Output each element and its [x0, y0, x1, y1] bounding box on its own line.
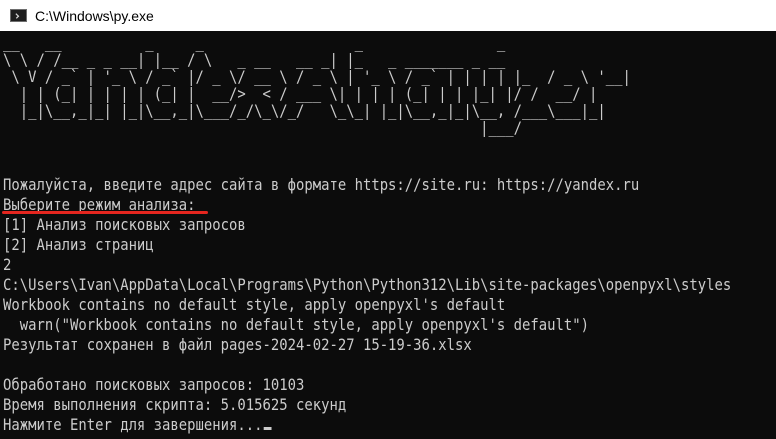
option-search-queries: [1] Анализ поисковых запросов — [3, 215, 246, 234]
console-output-area[interactable]: __ __ _ _ _ _ \ \ / /__ _ _ __| |__ / \ … — [0, 31, 776, 439]
user-choice-line: 2 — [3, 255, 12, 274]
execution-time-line: Время выполнения скрипта: 5.015625 секун… — [3, 395, 347, 414]
warning-path-line: C:\Users\Ivan\AppData\Local\Programs\Pyt… — [3, 275, 732, 294]
banner-line: |___/ — [3, 118, 640, 137]
result-saved-line: Результат сохранен в файл pages-2024-02-… — [3, 335, 472, 354]
press-enter-text: Нажмите Enter для завершения... — [3, 415, 263, 434]
url-prompt-line: Пожалуйста, введите адрес сайта в формат… — [3, 175, 640, 194]
queries-processed-line: Обработано поисковых запросов: 10103 — [3, 375, 305, 394]
ascii-art-banner: __ __ _ _ _ _ \ \ / /__ _ _ __| |__ / \ … — [3, 34, 715, 136]
warning-message-line: Workbook contains no default style, appl… — [3, 295, 506, 314]
console-lines: Пожалуйста, введите адрес сайта в формат… — [3, 175, 776, 435]
console-app-icon — [10, 9, 27, 22]
press-enter-line: Нажмите Enter для завершения... — [3, 415, 731, 435]
option-pages: [2] Анализ страниц — [3, 235, 154, 254]
window-title: C:\Windows\py.exe — [35, 7, 154, 24]
red-underline-annotation — [2, 211, 208, 214]
warning-code-line: warn("Workbook contains no default style… — [3, 315, 589, 334]
title-bar[interactable]: C:\Windows\py.exe — [0, 0, 776, 31]
text-cursor — [263, 427, 272, 430]
console-window: C:\Windows\py.exe __ __ _ _ _ _ \ \ / /_… — [0, 0, 776, 439]
